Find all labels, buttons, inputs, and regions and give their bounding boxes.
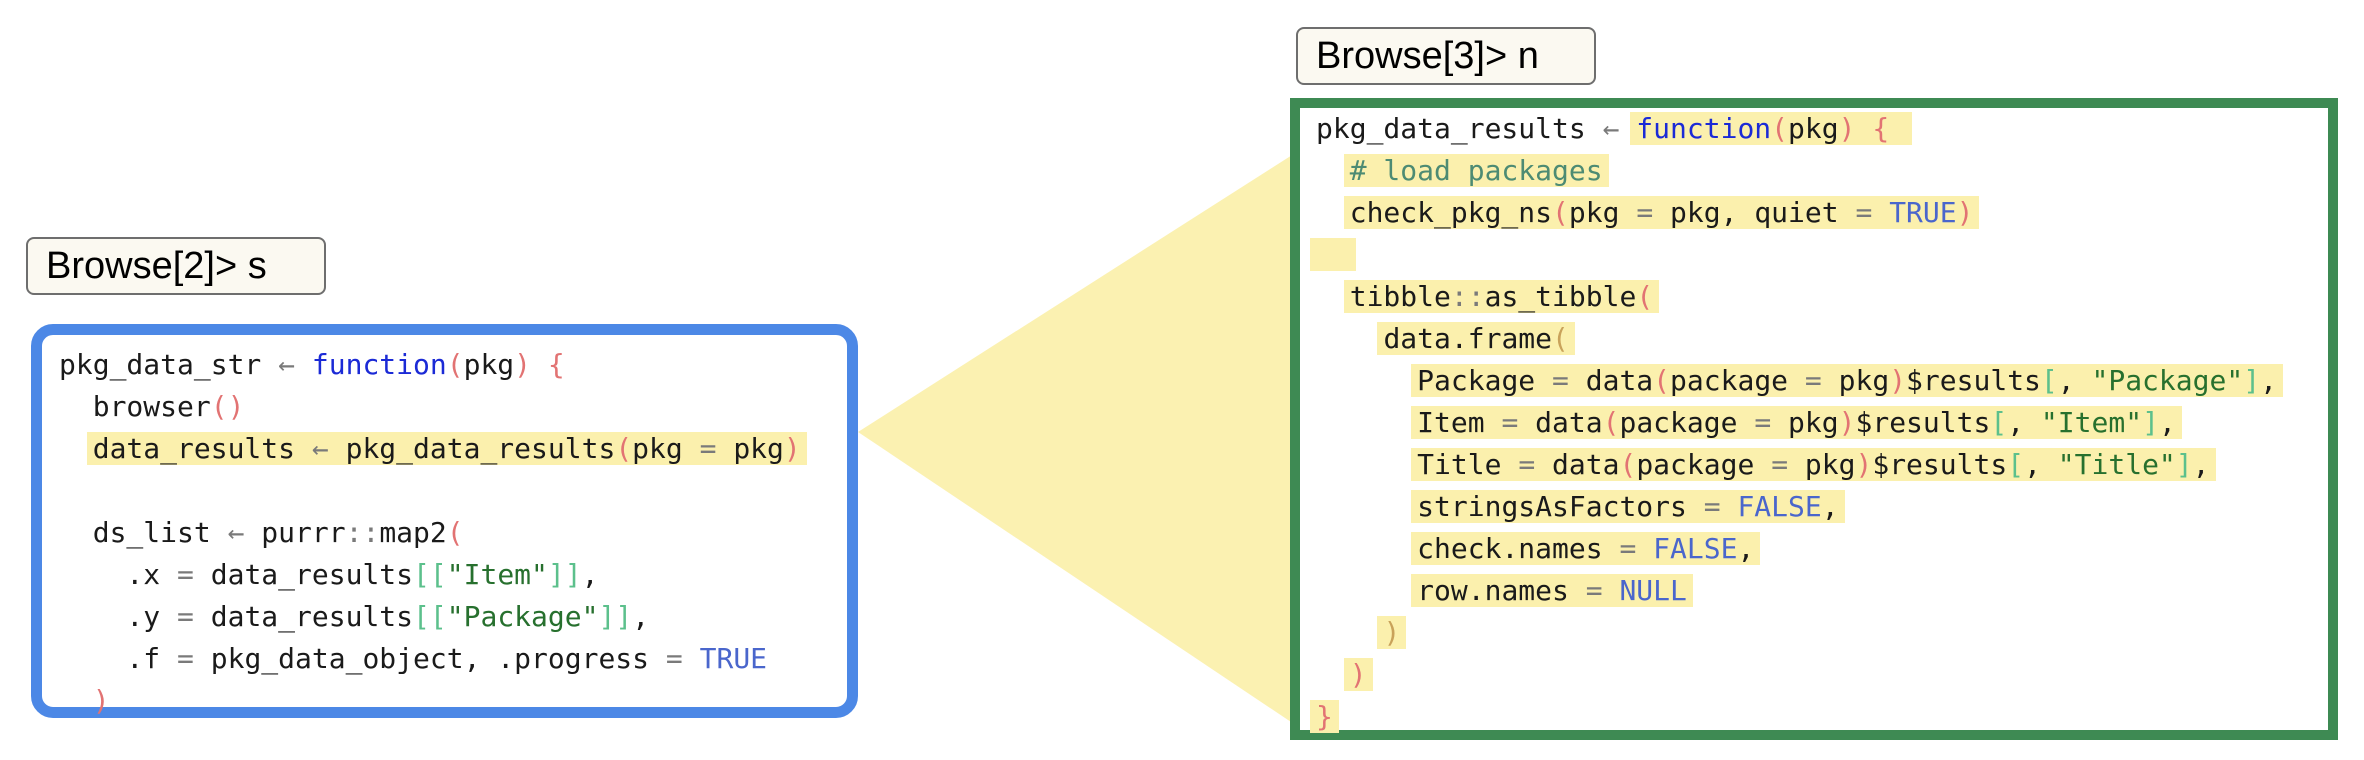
browse-prompt-left: Browse[2]> s [26, 237, 326, 295]
code-left-line: ds_list ← purrr::map2( [59, 516, 464, 549]
code-block-right: pkg_data_results ← function(pkg) { # loa… [1310, 108, 2283, 738]
code-right-line: check.names = FALSE, [1316, 528, 2283, 570]
code-panel-right: pkg_data_results ← function(pkg) { # loa… [1290, 98, 2338, 740]
code-right-line: ) [1316, 654, 2283, 696]
code-right-line [1310, 234, 2283, 276]
code-right-line: row.names = NULL [1316, 570, 2283, 612]
code-right-line: tibble::as_tibble( [1316, 276, 2283, 318]
code-right-line: stringsAsFactors = FALSE, [1316, 486, 2283, 528]
code-left-line: pkg_data_str ← function(pkg) { [59, 348, 565, 381]
code-left-line [59, 470, 807, 512]
browse-prompt-right: Browse[3]> n [1296, 27, 1596, 85]
code-right-line: # load packages [1316, 150, 2283, 192]
zoom-connector-shape [858, 150, 1300, 728]
code-left-line: data_results ← pkg_data_results(pkg = pk… [59, 428, 807, 470]
code-panel-left: pkg_data_str ← function(pkg) { browser()… [31, 324, 858, 718]
code-left-line: browser() [59, 390, 245, 423]
code-right-line: Item = data(package = pkg)$results[, "It… [1316, 402, 2283, 444]
code-left-line: .x = data_results[["Item"]], [59, 558, 599, 591]
code-block-left: pkg_data_str ← function(pkg) { browser()… [59, 344, 807, 722]
code-left-line: ) [92, 684, 110, 717]
code-right-line: check_pkg_ns(pkg = pkg, quiet = TRUE) [1316, 192, 2283, 234]
code-right-line: Title = data(package = pkg)$results[, "T… [1316, 444, 2283, 486]
code-right-line: data.frame( [1316, 318, 2283, 360]
code-right-line: pkg_data_results ← function(pkg) { [1316, 108, 2283, 150]
code-right-line: ) [1316, 612, 2283, 654]
code-right-line: } [1310, 696, 2283, 738]
code-left-line: .f = pkg_data_object, .progress = TRUE [59, 642, 768, 675]
code-right-line: Package = data(package = pkg)$results[, … [1316, 360, 2283, 402]
code-left-line: .y = data_results[["Package"]], [59, 600, 650, 633]
